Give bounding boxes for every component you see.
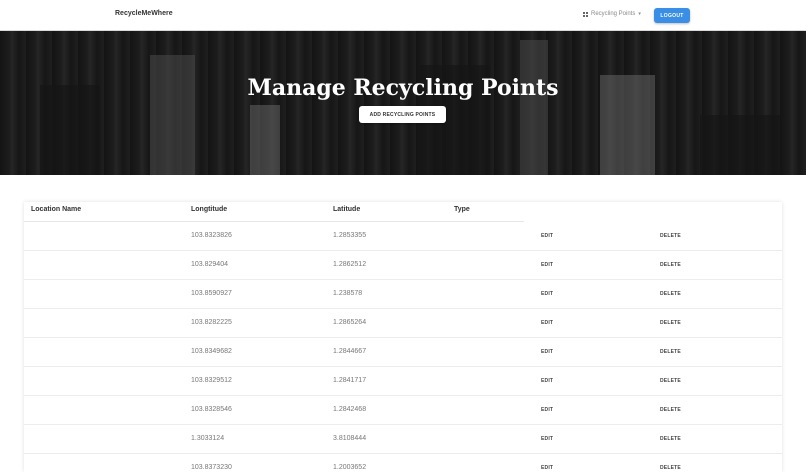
dropdown-label: Recycling Points: [591, 11, 636, 17]
edit-button[interactable]: EDIT: [541, 407, 553, 413]
edit-button[interactable]: EDIT: [541, 378, 553, 384]
hero-background-shape: [250, 105, 280, 175]
table-row: 103.8282225 1.2865264 EDIT DELETE: [24, 309, 782, 338]
latitude-cell: 1.2842468: [333, 406, 367, 413]
latitude-cell: 1.2003652: [333, 464, 367, 471]
hero-background-shape: [150, 55, 195, 175]
longitude-cell: 1.3033124: [191, 435, 225, 442]
delete-button[interactable]: DELETE: [660, 436, 681, 442]
column-header-latitude: Latitude: [333, 206, 361, 213]
table-header: Location Name Longtitude Latitude Type: [24, 202, 524, 222]
table-row: 103.8373230 1.2003652 EDIT DELETE: [24, 454, 782, 472]
edit-button[interactable]: EDIT: [541, 320, 553, 326]
recycling-points-dropdown[interactable]: Recycling Points ▾: [583, 11, 641, 17]
delete-button[interactable]: DELETE: [660, 349, 681, 355]
table-row: 103.8590927 1.238578 EDIT DELETE: [24, 280, 782, 309]
longitude-cell: 103.8282225: [191, 319, 232, 326]
delete-button[interactable]: DELETE: [660, 378, 681, 384]
latitude-cell: 1.2844667: [333, 348, 367, 355]
latitude-cell: 1.2853355: [333, 232, 367, 239]
latitude-cell: 1.2862512: [333, 261, 367, 268]
brand-logo[interactable]: RecycleMeWhere: [115, 10, 173, 17]
grid-icon: [583, 11, 588, 17]
chevron-down-icon: ▾: [638, 11, 641, 17]
column-header-longitude: Longtitude: [191, 206, 228, 213]
table-row: 103.8323826 1.2853355 EDIT DELETE: [24, 222, 782, 251]
recycling-points-table: Location Name Longtitude Latitude Type 1…: [24, 202, 782, 472]
longitude-cell: 103.829404: [191, 261, 228, 268]
edit-button[interactable]: EDIT: [541, 233, 553, 239]
latitude-cell: 1.2865264: [333, 319, 367, 326]
longitude-cell: 103.8323826: [191, 232, 232, 239]
delete-button[interactable]: DELETE: [660, 233, 681, 239]
delete-button[interactable]: DELETE: [660, 465, 681, 471]
delete-button[interactable]: DELETE: [660, 320, 681, 326]
hero-background-shape: [520, 40, 548, 175]
column-header-location-name: Location Name: [31, 206, 82, 213]
delete-button[interactable]: DELETE: [660, 291, 681, 297]
table-row: 103.8349682 1.2844667 EDIT DELETE: [24, 338, 782, 367]
longitude-cell: 103.8373230: [191, 464, 232, 471]
logout-button[interactable]: LOGOUT: [654, 8, 690, 23]
longitude-cell: 103.8328546: [191, 406, 232, 413]
delete-button[interactable]: DELETE: [660, 262, 681, 268]
longitude-cell: 103.8349682: [191, 348, 232, 355]
table-row: 103.8328546 1.2842468 EDIT DELETE: [24, 396, 782, 425]
longitude-cell: 103.8329512: [191, 377, 232, 384]
delete-button[interactable]: DELETE: [660, 407, 681, 413]
hero-background-shape: [700, 115, 780, 175]
column-header-type: Type: [454, 206, 470, 213]
edit-button[interactable]: EDIT: [541, 349, 553, 355]
edit-button[interactable]: EDIT: [541, 465, 553, 471]
add-recycling-points-button[interactable]: ADD RECYCLING POINTS: [359, 106, 446, 123]
table-row: 103.829404 1.2862512 EDIT DELETE: [24, 251, 782, 280]
table-row: 103.8329512 1.2841717 EDIT DELETE: [24, 367, 782, 396]
edit-button[interactable]: EDIT: [541, 436, 553, 442]
page-title: Manage Recycling Points: [247, 75, 559, 101]
latitude-cell: 1.2841717: [333, 377, 367, 384]
table-row: 1.3033124 3.8108444 EDIT DELETE: [24, 425, 782, 454]
longitude-cell: 103.8590927: [191, 290, 232, 297]
edit-button[interactable]: EDIT: [541, 262, 553, 268]
latitude-cell: 3.8108444: [333, 435, 367, 442]
hero-banner: Manage Recycling Points ADD RECYCLING PO…: [0, 31, 806, 175]
top-navbar: RecycleMeWhere Recycling Points ▾ LOGOUT: [0, 0, 806, 31]
edit-button[interactable]: EDIT: [541, 291, 553, 297]
latitude-cell: 1.238578: [333, 290, 363, 297]
